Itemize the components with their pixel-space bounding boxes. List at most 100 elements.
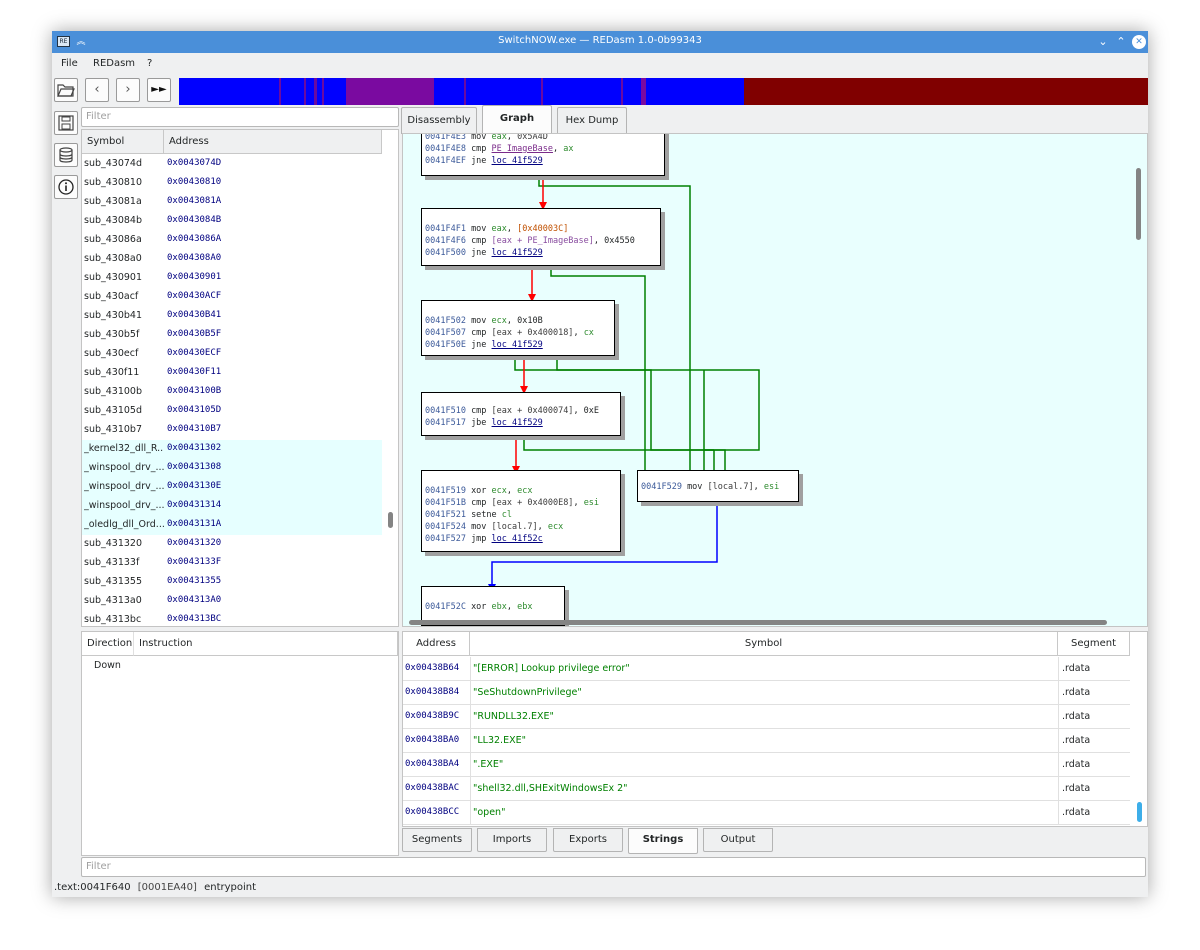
menu-redasm[interactable]: REDasm	[93, 58, 135, 69]
jump-target-label[interactable]: loc_41f529	[492, 248, 543, 258]
goto-button[interactable]: ►►	[147, 78, 171, 102]
address-column-header[interactable]: Address	[403, 632, 470, 656]
strings-scrollbar[interactable]	[1137, 802, 1142, 822]
menu-help[interactable]: ?	[147, 58, 152, 69]
info-button[interactable]	[54, 175, 78, 199]
instruction-line[interactable]: 0041F4EF jne loc_41f529	[425, 155, 661, 167]
table-row[interactable]: sub_430901 0x00430901	[82, 269, 382, 288]
maximize-button[interactable]: ⌃	[1113, 34, 1129, 50]
symbol-column-header[interactable]: Symbol	[470, 632, 1058, 656]
direction-column-header[interactable]: Direction	[82, 632, 134, 656]
bottom-filter-input[interactable]: Filter	[81, 857, 1146, 877]
table-row[interactable]: 0x00438BA4 ".EXE" .rdata	[403, 753, 1130, 777]
table-row[interactable]: _winspool_drv_... 0x0043130E	[82, 478, 382, 497]
table-row[interactable]: sub_43074d 0x0043074D	[82, 155, 382, 174]
graph-block[interactable]: 0041F502 mov ecx, 0x10B 0041F507 cmp [eax…	[421, 300, 615, 356]
save-button[interactable]	[54, 111, 78, 135]
table-row[interactable]: sub_43100b 0x0043100B	[82, 383, 382, 402]
graph-block[interactable]: 0041F529 mov [local.7], esi	[637, 470, 799, 502]
segment-column-header[interactable]: Segment	[1058, 632, 1130, 656]
instruction-line[interactable]: 0041F51B cmp [eax + 0x4000E8], esi	[425, 497, 617, 509]
table-row[interactable]: sub_4313a0 0x004313A0	[82, 592, 382, 611]
table-row[interactable]: 0x00438BCC "open" .rdata	[403, 801, 1130, 825]
table-row[interactable]: _winspool_drv_... 0x00431308	[82, 459, 382, 478]
table-row[interactable]: sub_4310b7 0x004310B7	[82, 421, 382, 440]
tab-segments[interactable]: Segments	[402, 828, 472, 852]
instruction-line[interactable]: 0041F519 xor ecx, ecx	[425, 485, 617, 497]
address-column-header[interactable]: Address	[164, 130, 382, 154]
jump-target-label[interactable]: loc_41f529	[492, 418, 543, 428]
table-row[interactable]: _winspool_drv_... 0x00431314	[82, 497, 382, 516]
table-row[interactable]: 0x00438BA0 "LL32.EXE" .rdata	[403, 729, 1130, 753]
table-row[interactable]: sub_43086a 0x0043086A	[82, 231, 382, 250]
instruction-line[interactable]: 0041F529 mov [local.7], esi	[641, 481, 795, 493]
instruction-line[interactable]: 0041F502 mov ecx, 0x10B	[425, 315, 611, 327]
instruction-line[interactable]: 0041F521 setne cl	[425, 509, 617, 521]
instruction-token[interactable]: PE_ImageBase	[492, 144, 553, 154]
instruction-line[interactable]: 0041F524 mov [local.7], ecx	[425, 521, 617, 533]
instruction-line[interactable]: 0041F527 jmp loc_41f52c	[425, 533, 617, 545]
graph-block[interactable]: 0041F4E3 mov eax, 0x5A4D 0041F4E8 cmp PE_…	[421, 134, 665, 176]
table-row[interactable]: sub_431320 0x00431320	[82, 535, 382, 554]
database-button[interactable]	[54, 143, 78, 167]
table-row[interactable]: sub_430810 0x00430810	[82, 174, 382, 193]
table-row[interactable]: sub_43084b 0x0043084B	[82, 212, 382, 231]
forward-button[interactable]: ›	[116, 78, 140, 102]
table-row[interactable]: _kernel32_dll_R... 0x00431302	[82, 440, 382, 459]
instruction-column-header[interactable]: Instruction	[134, 632, 398, 656]
table-row[interactable]: _oledlg_dll_Ord... 0x0043131A	[82, 516, 382, 535]
jump-target-label[interactable]: loc_41f529	[492, 156, 543, 166]
table-row[interactable]: sub_43133f 0x0043133F	[82, 554, 382, 573]
instruction-line[interactable]: 0041F4E8 cmp PE_ImageBase, ax	[425, 143, 661, 155]
minimize-button[interactable]: ⌄	[1095, 34, 1111, 50]
tab-hex-dump[interactable]: Hex Dump	[557, 107, 627, 134]
instruction-line[interactable]: 0041F50E jne loc_41f529	[425, 339, 611, 351]
graph-block[interactable]: 0041F510 cmp [eax + 0x400074], 0xE 0041F5…	[421, 392, 621, 436]
symbol-column-header[interactable]: Symbol	[82, 130, 164, 154]
direction-cell[interactable]: Down	[94, 660, 121, 671]
table-row[interactable]: 0x00438B9C "RUNDLL32.EXE" .rdata	[403, 705, 1130, 729]
instruction-line[interactable]: 0041F517 jbe loc_41f529	[425, 417, 617, 429]
chevron-right-icon: ›	[125, 82, 131, 97]
table-row[interactable]: sub_430acf 0x00430ACF	[82, 288, 382, 307]
table-row[interactable]: sub_4308a0 0x004308A0	[82, 250, 382, 269]
tab-disassembly[interactable]: Disassembly	[401, 107, 477, 134]
instruction-line[interactable]: 0041F507 cmp [eax + 0x400018], cx	[425, 327, 611, 339]
menu-file[interactable]: File	[61, 58, 78, 69]
table-row[interactable]: sub_430ecf 0x00430ECF	[82, 345, 382, 364]
back-button[interactable]: ‹	[85, 78, 109, 102]
graph-vertical-scrollbar[interactable]	[1136, 168, 1141, 240]
table-row[interactable]: sub_431355 0x00431355	[82, 573, 382, 592]
table-row[interactable]: sub_43105d 0x0043105D	[82, 402, 382, 421]
instruction-line[interactable]: 0041F510 cmp [eax + 0x400074], 0xE	[425, 405, 617, 417]
table-row[interactable]: 0x00438B84 "SeShutdownPrivilege" .rdata	[403, 681, 1130, 705]
table-row[interactable]: 0x00438B64 "[ERROR] Lookup privilege erro…	[403, 657, 1130, 681]
tab-imports[interactable]: Imports	[477, 828, 547, 852]
tab-output[interactable]: Output	[703, 828, 773, 852]
graph-view[interactable]: 0041F4E3 mov eax, 0x5A4D 0041F4E8 cmp PE_…	[402, 133, 1148, 627]
instruction-line[interactable]: 0041F4F6 cmp [eax + PE_ImageBase], 0x455…	[425, 235, 657, 247]
tab-graph[interactable]: Graph	[482, 105, 552, 134]
symbol-filter-input[interactable]: Filter	[81, 107, 399, 127]
table-row[interactable]: sub_430f11 0x00430F11	[82, 364, 382, 383]
instruction-line[interactable]: 0041F4F1 mov eax, [0x40003C]	[425, 223, 657, 235]
instruction-line[interactable]: 0041F500 jne loc_41f529	[425, 247, 657, 259]
symbol-table-scrollbar[interactable]	[388, 512, 393, 528]
graph-horizontal-scrollbar[interactable]	[409, 620, 1107, 625]
table-row[interactable]: sub_4313bc 0x004313BC	[82, 611, 382, 626]
table-row[interactable]: 0x00438BAC "shell32.dll,SHExitWindowsEx 2…	[403, 777, 1130, 801]
instruction-token: setne	[471, 510, 502, 520]
instruction-line[interactable]: 0041F52C xor ebx, ebx	[425, 601, 561, 613]
jump-target-label[interactable]: loc_41f52c	[492, 534, 543, 544]
graph-block[interactable]: 0041F4F1 mov eax, [0x40003C] 0041F4F6 cmp…	[421, 208, 661, 266]
table-row[interactable]: sub_430b41 0x00430B41	[82, 307, 382, 326]
table-row[interactable]: sub_43081a 0x0043081A	[82, 193, 382, 212]
listing-map-navbar[interactable]	[179, 78, 1148, 105]
graph-block[interactable]: 0041F519 xor ecx, ecx 0041F51B cmp [eax +…	[421, 470, 621, 552]
close-button[interactable]: ✕	[1132, 35, 1146, 49]
jump-target-label[interactable]: loc_41f529	[492, 340, 543, 350]
table-row[interactable]: sub_430b5f 0x00430B5F	[82, 326, 382, 345]
tab-exports[interactable]: Exports	[553, 828, 623, 852]
tab-strings[interactable]: Strings	[628, 828, 698, 854]
instruction-line[interactable]: 0041F4E3 mov eax, 0x5A4D	[425, 134, 661, 143]
